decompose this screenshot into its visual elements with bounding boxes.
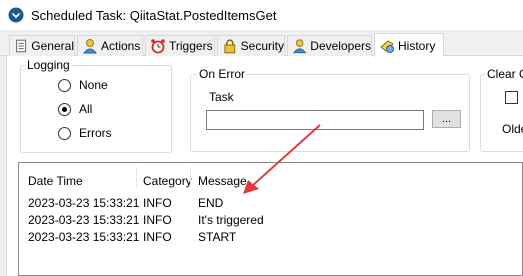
logging-all-radio[interactable]: All (58, 102, 92, 116)
tab-label: Developers (310, 39, 371, 53)
tab-actions[interactable]: Actions (77, 35, 143, 56)
logging-errors-radio[interactable]: Errors (58, 126, 112, 140)
window-chevron-icon[interactable] (8, 7, 24, 23)
older-than-label: Olde (502, 122, 523, 136)
column-header-message[interactable]: Message (198, 174, 247, 188)
logging-none-radio[interactable]: None (58, 78, 108, 92)
task-field[interactable] (206, 110, 424, 130)
browse-task-button[interactable]: ... (432, 110, 461, 128)
radio-button[interactable] (58, 102, 71, 116)
lock-icon (224, 39, 236, 54)
radio-label: All (79, 102, 93, 116)
table-row[interactable]: 2023-03-23 15:33:21 INFO It's triggered (19, 213, 522, 230)
task-label: Task (209, 90, 234, 104)
clear-options-group: Clear Op (480, 67, 523, 152)
clear-options-checkbox[interactable] (505, 91, 518, 104)
person-icon (82, 39, 98, 54)
tab-label: Security (240, 39, 284, 53)
alarm-clock-icon (151, 39, 165, 54)
tab-label: Triggers (169, 39, 213, 53)
cell-date-time: 2023-03-23 15:33:21 (28, 230, 140, 244)
table-row[interactable]: 2023-03-23 15:33:21 INFO END (19, 196, 522, 213)
tab-history[interactable]: History (374, 33, 444, 57)
cell-category: INFO (143, 213, 172, 227)
tab-label: General (31, 39, 74, 53)
cell-message: It's triggered (198, 213, 264, 227)
history-list-header: Date Time Category Message (19, 163, 522, 188)
cell-date-time: 2023-03-23 15:33:21 (28, 213, 140, 227)
on-error-label: On Error (197, 67, 248, 81)
radio-button[interactable] (58, 78, 71, 92)
column-divider[interactable] (136, 167, 137, 187)
tab-label: History (398, 38, 436, 53)
history-list[interactable]: Date Time Category Message 2023-03-23 15… (18, 162, 523, 276)
cell-category: INFO (143, 196, 172, 210)
tab-triggers[interactable]: Triggers (145, 35, 215, 56)
cell-category: INFO (143, 230, 172, 244)
title-bar: Scheduled Task: QiitaStat.PostedItemsGet (0, 0, 523, 30)
clear-options-label: Clear Op (485, 67, 523, 81)
column-header-date-time[interactable]: Date Time (28, 174, 83, 188)
column-divider[interactable] (190, 167, 191, 187)
tab-general[interactable]: General (9, 35, 75, 56)
person-icon (292, 39, 307, 54)
radio-button[interactable] (58, 126, 71, 140)
tab-label: Actions (101, 39, 141, 53)
cell-date-time: 2023-03-23 15:33:21 (28, 196, 140, 210)
radio-label: Errors (79, 126, 112, 140)
table-row[interactable]: 2023-03-23 15:33:21 INFO START (19, 230, 522, 247)
tab-developers[interactable]: Developers (287, 35, 372, 56)
history-icon (380, 39, 394, 53)
cell-message: END (198, 196, 224, 210)
cell-message: START (198, 230, 237, 244)
window-title: Scheduled Task: QiitaStat.PostedItemsGet (31, 8, 277, 23)
radio-label: None (79, 78, 108, 92)
tab-strip: General Actions Triggers Security Develo… (0, 30, 523, 57)
tab-security[interactable]: Security (217, 35, 285, 56)
logging-label: Logging (25, 58, 72, 72)
column-header-category[interactable]: Category (143, 174, 192, 188)
document-icon (16, 39, 27, 53)
